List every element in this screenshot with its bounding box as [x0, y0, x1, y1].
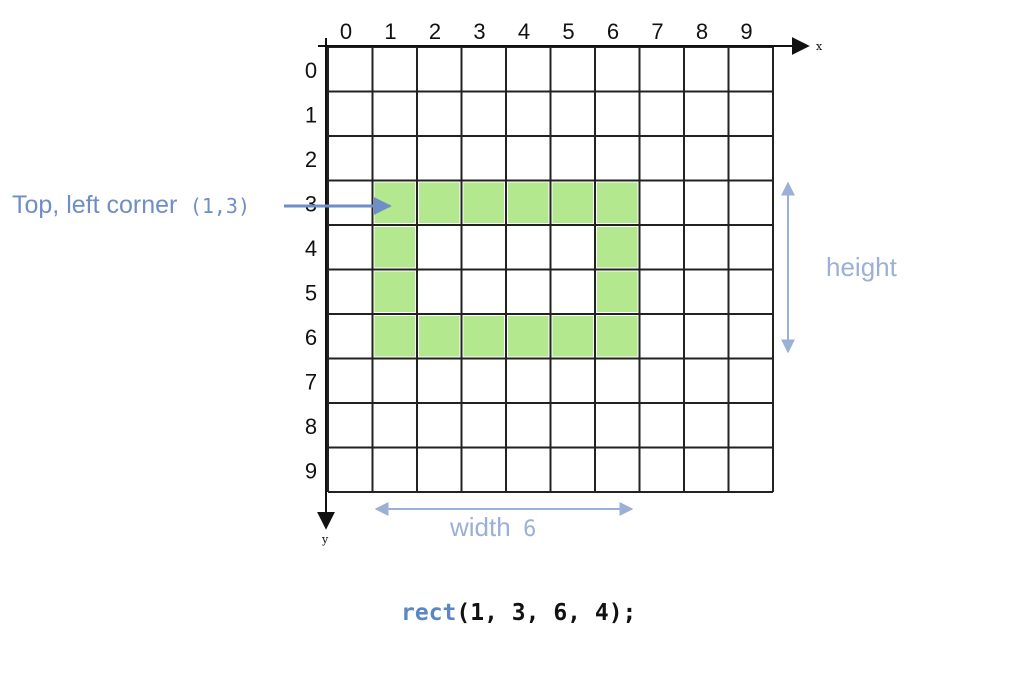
- x-axis-label: x: [816, 40, 823, 53]
- corner-annotation: Top, left corner (1,3): [12, 191, 250, 219]
- y-tick-label: 6: [305, 325, 317, 350]
- x-tick-label: 9: [740, 19, 752, 44]
- y-tick-label: 3: [305, 192, 317, 217]
- code-line: rect(1, 3, 6, 4);: [401, 600, 636, 626]
- filled-cell: [374, 182, 415, 223]
- filled-cell: [463, 182, 504, 223]
- filled-cell: [597, 182, 638, 223]
- filled-cell: [552, 182, 593, 223]
- x-tick-label: 8: [696, 19, 708, 44]
- y-tick-label: 8: [305, 414, 317, 439]
- y-tick-label: 2: [305, 147, 317, 172]
- filled-cell: [374, 271, 415, 312]
- code-function: rect: [401, 600, 456, 626]
- corner-coords: (1,3): [190, 194, 250, 218]
- width-annotation: width 6: [449, 512, 536, 542]
- filled-cell: [508, 316, 549, 357]
- y-tick-label: 7: [305, 370, 317, 395]
- y-tick-label: 0: [305, 58, 317, 83]
- corner-label: Top, left corner: [12, 191, 177, 219]
- x-tick-label: 3: [473, 19, 485, 44]
- filled-cell: [552, 316, 593, 357]
- x-tick-label: 1: [384, 19, 396, 44]
- x-tick-label: 4: [518, 19, 530, 44]
- y-axis-label: y: [321, 533, 329, 546]
- y-tick-label: 1: [305, 103, 317, 128]
- filled-cell: [508, 182, 549, 223]
- height-label: height: [826, 252, 898, 282]
- x-tick-label: 5: [562, 19, 574, 44]
- x-tick-label: 0: [340, 19, 352, 44]
- filled-cell: [597, 316, 638, 357]
- code-arguments: (1, 3, 6, 4);: [456, 600, 636, 626]
- filled-cell: [419, 316, 460, 357]
- width-label: width: [449, 512, 511, 542]
- x-tick-label: 6: [607, 19, 619, 44]
- x-tick-label: 7: [651, 19, 663, 44]
- filled-cell: [463, 316, 504, 357]
- width-value: 6: [523, 517, 536, 542]
- filled-cell: [597, 271, 638, 312]
- filled-cell: [597, 227, 638, 268]
- y-tick-label: 5: [305, 281, 317, 306]
- rect-diagram: x y 0 1 2 3 4 5 6 7 8 9 0 1 2 3 4 5 6 7 8 9 Top, left corn…: [12, 19, 898, 626]
- y-tick-labels: 0 1 2 3 4 5 6 7 8 9: [305, 58, 317, 484]
- filled-cell: [419, 182, 460, 223]
- grid-lines: [327, 46, 774, 493]
- filled-cell: [374, 316, 415, 357]
- x-tick-labels: 0 1 2 3 4 5 6 7 8 9: [340, 19, 753, 44]
- y-tick-label: 9: [305, 459, 317, 484]
- x-tick-label: 2: [429, 19, 441, 44]
- y-tick-label: 4: [305, 236, 317, 261]
- filled-cell: [374, 227, 415, 268]
